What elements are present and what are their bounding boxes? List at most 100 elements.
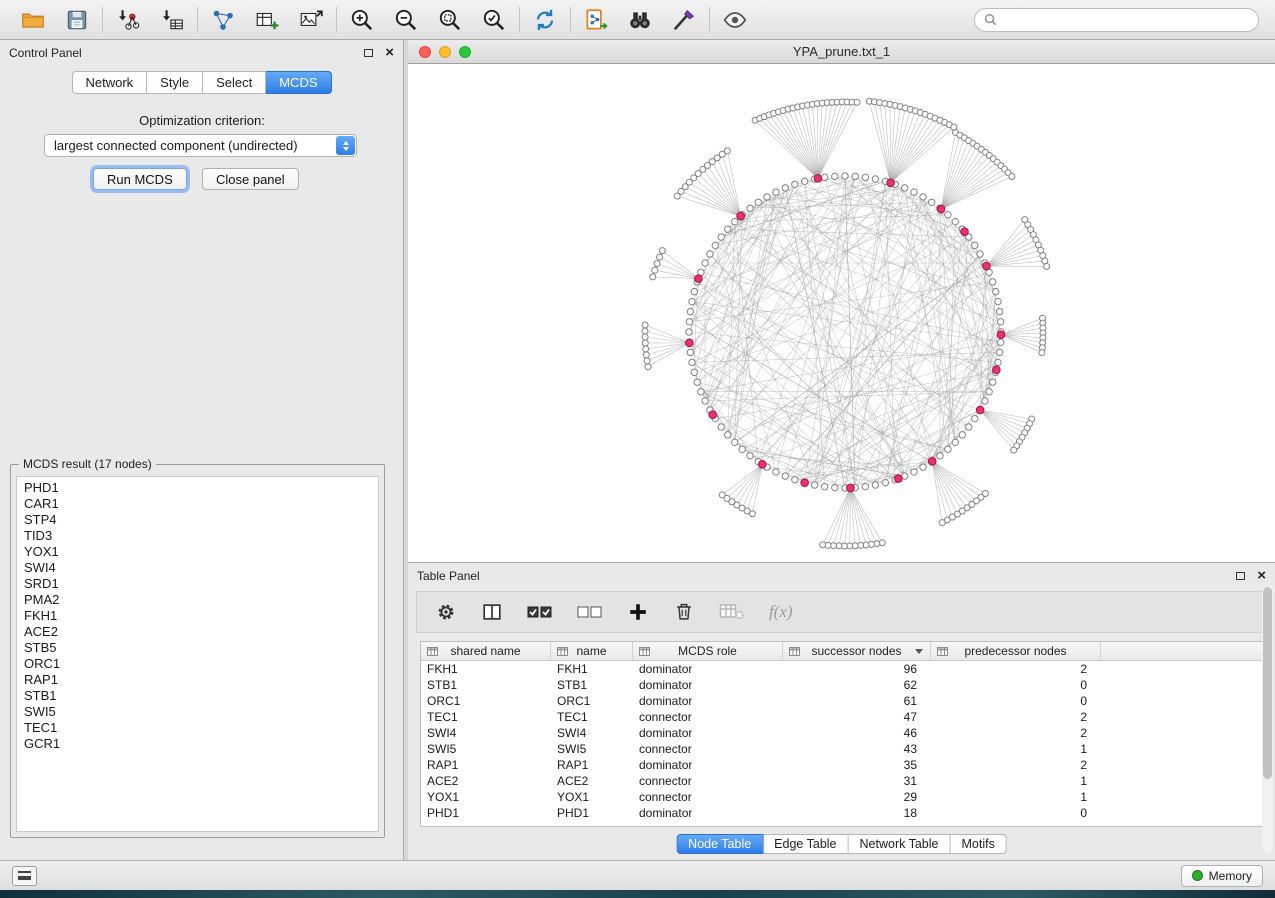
mcds-list-item[interactable]: TEC1 bbox=[24, 720, 371, 736]
mcds-list-item[interactable]: SWI5 bbox=[24, 704, 371, 720]
table-row[interactable]: ORC1ORC1dominator610 bbox=[421, 693, 1262, 709]
toolbar-group-import bbox=[103, 5, 197, 35]
maximize-window-icon[interactable] bbox=[459, 46, 471, 58]
minimize-window-icon[interactable] bbox=[439, 46, 451, 58]
table-row[interactable]: SWI5SWI5connector431 bbox=[421, 741, 1262, 757]
mcds-list-item[interactable]: CAR1 bbox=[24, 496, 371, 512]
export-network-icon[interactable] bbox=[581, 5, 611, 35]
mcds-list-item[interactable]: PMA2 bbox=[24, 592, 371, 608]
table-cell: STB1 bbox=[551, 677, 633, 693]
mcds-list-item[interactable]: ORC1 bbox=[24, 656, 371, 672]
mcds-result-list[interactable]: PHD1CAR1STP4TID3YOX1SWI4SRD1PMA2FKH1ACE2… bbox=[16, 476, 379, 832]
close-panel-icon[interactable]: × bbox=[385, 48, 394, 58]
tab-motifs[interactable]: Motifs bbox=[950, 834, 1006, 854]
zoom-out-icon[interactable] bbox=[391, 5, 421, 35]
mcds-list-item[interactable]: GCR1 bbox=[24, 736, 371, 752]
close-window-icon[interactable] bbox=[419, 46, 431, 58]
save-session-icon[interactable] bbox=[62, 5, 92, 35]
column-header-shared-name[interactable]: shared name bbox=[421, 642, 551, 660]
close-table-panel-icon[interactable]: × bbox=[1257, 571, 1266, 581]
zoom-in-icon[interactable] bbox=[347, 5, 377, 35]
table-cell: RAP1 bbox=[421, 757, 551, 773]
mcds-list-item[interactable]: SWI4 bbox=[24, 560, 371, 576]
deselect-all-icon[interactable] bbox=[577, 602, 603, 622]
tab-node-table[interactable]: Node Table bbox=[676, 834, 763, 854]
column-header-predecessor-nodes[interactable]: predecessor nodes bbox=[931, 642, 1101, 660]
zoom-selected-icon[interactable] bbox=[479, 5, 509, 35]
tab-network[interactable]: Network bbox=[71, 71, 147, 94]
show-columns-icon[interactable] bbox=[481, 601, 503, 623]
table-cell: SWI5 bbox=[421, 741, 551, 757]
mcds-list-item[interactable]: RAP1 bbox=[24, 672, 371, 688]
mcds-list-item[interactable]: SRD1 bbox=[24, 576, 371, 592]
mcds-result-title: MCDS result (17 nodes) bbox=[19, 457, 156, 471]
float-table-panel-icon[interactable] bbox=[1236, 572, 1245, 580]
import-network-icon[interactable] bbox=[113, 5, 143, 35]
search-box[interactable] bbox=[974, 8, 1259, 32]
memory-button[interactable]: Memory bbox=[1181, 865, 1263, 887]
network-canvas[interactable] bbox=[408, 64, 1275, 562]
table-row[interactable]: TEC1TEC1connector472 bbox=[421, 709, 1262, 725]
table-row[interactable]: STB1STB1dominator620 bbox=[421, 677, 1262, 693]
mcds-list-item[interactable]: YOX1 bbox=[24, 544, 371, 560]
mcds-list-item[interactable]: TID3 bbox=[24, 528, 371, 544]
new-network-icon[interactable] bbox=[208, 5, 238, 35]
zoom-fit-icon[interactable] bbox=[435, 5, 465, 35]
table-row[interactable]: FKH1FKH1dominator962 bbox=[421, 661, 1262, 677]
refresh-layout-icon[interactable] bbox=[530, 5, 560, 35]
select-all-icon[interactable] bbox=[527, 602, 553, 622]
tab-edge-table[interactable]: Edge Table bbox=[763, 834, 848, 854]
open-session-icon[interactable] bbox=[18, 5, 48, 35]
float-panel-icon[interactable] bbox=[364, 49, 373, 57]
table-row[interactable]: ACE2ACE2connector311 bbox=[421, 773, 1262, 789]
table-row[interactable]: YOX1YOX1connector291 bbox=[421, 789, 1262, 805]
table-cell: PHD1 bbox=[421, 805, 551, 821]
mcds-list-item[interactable]: STB5 bbox=[24, 640, 371, 656]
tab-style[interactable]: Style bbox=[147, 71, 203, 94]
table-cell: ORC1 bbox=[551, 693, 633, 709]
new-table-icon[interactable] bbox=[252, 5, 282, 35]
table-row[interactable]: RAP1RAP1dominator352 bbox=[421, 757, 1262, 773]
column-header-name[interactable]: name bbox=[551, 642, 633, 660]
column-header-mcds-role[interactable]: MCDS role bbox=[633, 642, 783, 660]
table-cell: 0 bbox=[931, 677, 1101, 693]
column-header-successor-nodes[interactable]: successor nodes bbox=[783, 642, 931, 660]
export-image-icon[interactable] bbox=[296, 5, 326, 35]
tab-mcds[interactable]: MCDS bbox=[266, 71, 331, 94]
function-builder-icon[interactable]: f(x) bbox=[769, 602, 793, 622]
network-graph[interactable] bbox=[408, 64, 1275, 562]
import-table-icon[interactable] bbox=[157, 5, 187, 35]
tab-network-table[interactable]: Network Table bbox=[849, 834, 951, 854]
style-icon[interactable] bbox=[669, 5, 699, 35]
mcds-list-item[interactable]: PHD1 bbox=[24, 480, 371, 496]
search-input[interactable] bbox=[1002, 13, 1249, 27]
mcds-list-item[interactable]: STP4 bbox=[24, 512, 371, 528]
mcds-list-item[interactable]: STB1 bbox=[24, 688, 371, 704]
table-scrollbar-thumb[interactable] bbox=[1263, 587, 1272, 779]
run-mcds-button[interactable]: Run MCDS bbox=[93, 168, 187, 190]
criterion-select[interactable]: largest connected component (undirected) bbox=[44, 134, 357, 157]
table-cell: 2 bbox=[931, 757, 1101, 773]
table-scrollbar[interactable] bbox=[1262, 585, 1273, 852]
table-row[interactable]: PHD1PHD1dominator180 bbox=[421, 805, 1262, 821]
add-column-icon[interactable] bbox=[627, 601, 649, 623]
table-row[interactable]: SWI4SWI4dominator462 bbox=[421, 725, 1262, 741]
delete-table-icon[interactable] bbox=[719, 602, 745, 622]
table-mode-gear-icon[interactable] bbox=[435, 601, 457, 623]
table-cell: FKH1 bbox=[551, 661, 633, 677]
mcds-list-item[interactable]: ACE2 bbox=[24, 624, 371, 640]
search-network-icon[interactable] bbox=[625, 5, 655, 35]
tab-select[interactable]: Select bbox=[203, 71, 266, 94]
panel-menu-icon[interactable] bbox=[12, 866, 37, 886]
mcds-list-item[interactable]: FKH1 bbox=[24, 608, 371, 624]
chevron-down-icon[interactable] bbox=[915, 649, 923, 654]
table-sort-icon bbox=[639, 646, 650, 657]
table-cell: 96 bbox=[783, 661, 931, 677]
toolbar-group-session bbox=[8, 5, 102, 35]
table-cell: TEC1 bbox=[421, 709, 551, 725]
show-hide-panel-icon[interactable] bbox=[720, 5, 750, 35]
delete-column-icon[interactable] bbox=[673, 601, 695, 623]
close-panel-button[interactable]: Close panel bbox=[202, 168, 299, 190]
table-cell: YOX1 bbox=[421, 789, 551, 805]
main-toolbar bbox=[0, 0, 1275, 40]
